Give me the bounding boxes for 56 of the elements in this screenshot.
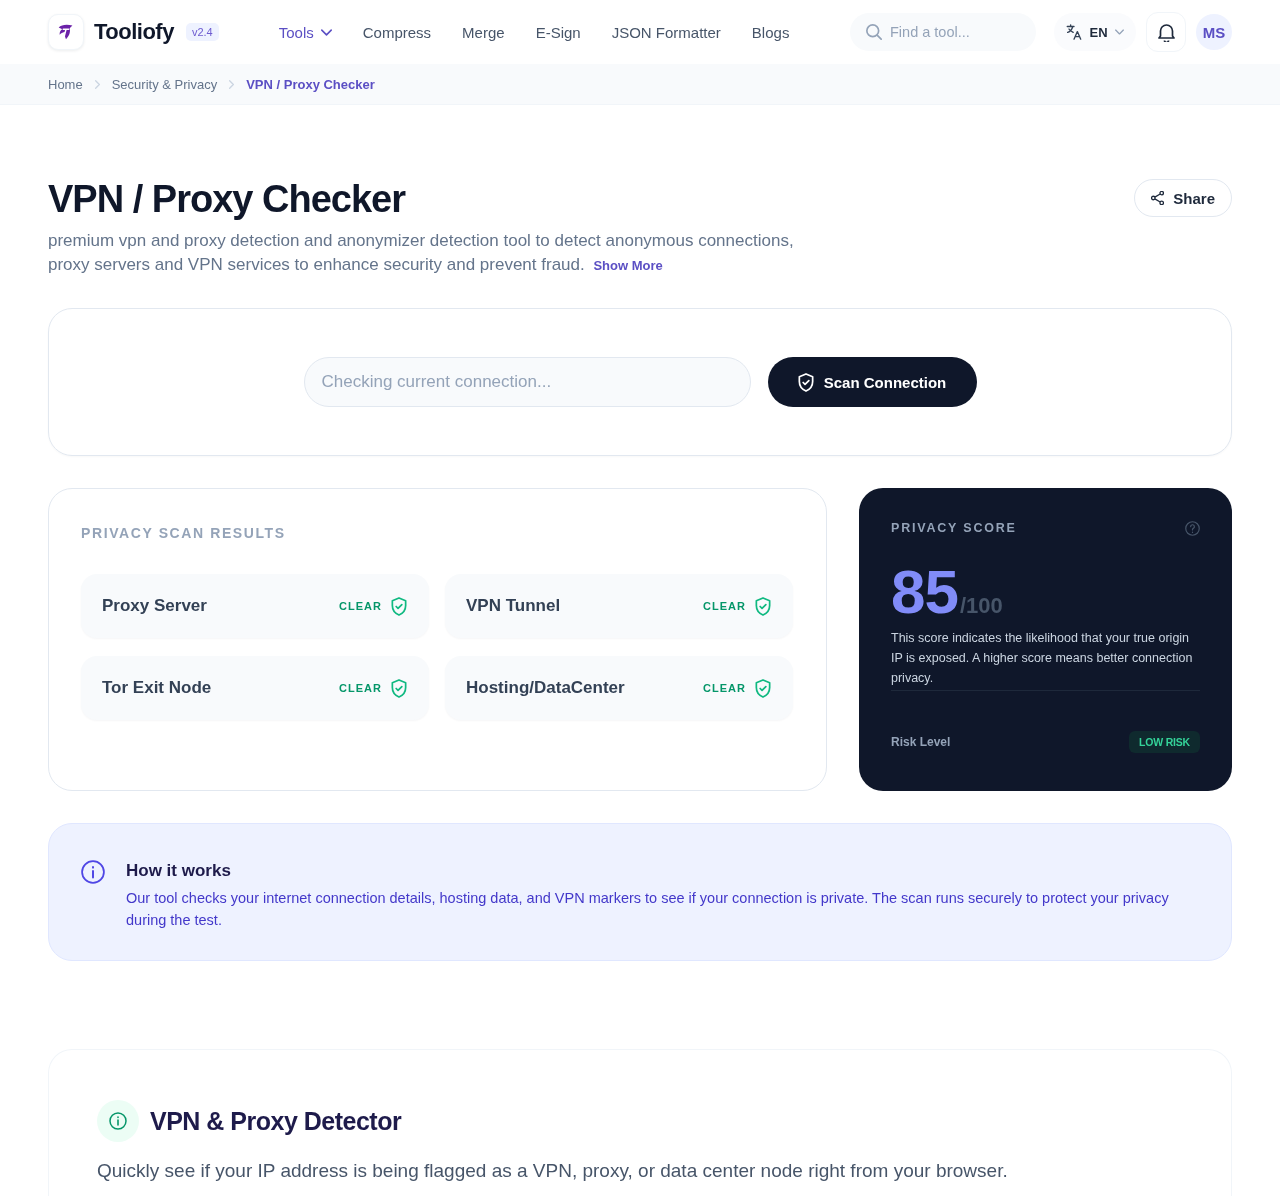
- check-status: CLEAR: [703, 682, 746, 694]
- notifications-button[interactable]: [1146, 12, 1186, 52]
- nav-link[interactable]: E-Sign: [535, 23, 581, 41]
- info-title: How it works: [126, 860, 232, 882]
- page-title: VPN / Proxy Checker: [48, 177, 405, 221]
- section-title: VPN & Proxy Detector: [150, 1106, 402, 1136]
- score-note: This score indicates the likelihood that your true origin IP is exposed. A higher score means better connection privacy.: [891, 628, 1200, 691]
- breadcrumb-link[interactable]: Security & Privacy: [111, 76, 218, 92]
- logo-icon[interactable]: [48, 14, 84, 50]
- check-name: VPN Tunnel: [466, 596, 561, 616]
- check-status: CLEAR: [339, 600, 382, 612]
- chevron-down-icon: [320, 28, 332, 36]
- score-label: PRIVACY SCORE: [891, 520, 1017, 536]
- page-description: premium vpn and proxy detection and anonymizer detection tool to detect anonymous connections, proxy servers and VPN services to enhance security and prevent fraud. Show More: [48, 230, 795, 276]
- check-name: Hosting/DataCenter: [466, 678, 625, 698]
- info-text: Our tool checks your internet connection details, hosting data, and VPN markers to see if your connection is private. The scan runs securely to protect your privacy during the test.: [126, 889, 1170, 930]
- share-button[interactable]: Share: [1134, 179, 1232, 217]
- breadcrumb-link[interactable]: Home: [48, 76, 83, 92]
- nav-link[interactable]: Merge: [462, 23, 505, 41]
- version-badge: v2.4: [185, 23, 219, 41]
- info-icon: [97, 1100, 139, 1142]
- section-text: Quickly see if your IP address is being flagged as a VPN, proxy, or data center node right from your browser.: [97, 1159, 1009, 1183]
- risk-badge: LOW RISK: [1129, 731, 1200, 753]
- shield-check-icon: [391, 596, 407, 616]
- bell-icon: [1157, 22, 1175, 42]
- shield-check-icon: [755, 596, 771, 616]
- check-name: Tor Exit Node: [102, 678, 212, 698]
- search-field[interactable]: Find a tool...: [850, 13, 1036, 51]
- shield-check-icon: [391, 678, 407, 698]
- translate-icon: [1066, 24, 1083, 40]
- share-icon: [1151, 191, 1165, 205]
- chevron-right-icon: [229, 79, 235, 89]
- section-label: PRIVACY SCAN RESULTS: [81, 525, 286, 541]
- check-name: Proxy Server: [102, 596, 207, 616]
- score-max: /100: [959, 593, 1003, 619]
- chevron-down-icon: [1114, 29, 1124, 35]
- info-icon: [81, 860, 105, 884]
- check-status: CLEAR: [703, 600, 746, 612]
- connection-field[interactable]: Checking current connection...: [303, 357, 751, 407]
- risk-label: Risk Level: [891, 735, 951, 749]
- language-button[interactable]: EN: [1054, 13, 1136, 51]
- scan-button[interactable]: Scan Connection: [767, 357, 977, 407]
- nav-link[interactable]: Blogs: [751, 23, 790, 41]
- search-icon: [866, 24, 882, 40]
- breadcrumb-current: VPN / Proxy Checker: [246, 76, 375, 92]
- user-avatar[interactable]: MS: [1196, 14, 1232, 50]
- shield-check-icon: [797, 372, 814, 392]
- nav-link[interactable]: Compress: [362, 23, 432, 41]
- check-status: CLEAR: [339, 682, 382, 694]
- chevron-right-icon: [94, 79, 100, 89]
- shield-check-icon: [755, 678, 771, 698]
- nav-dropdown[interactable]: Tools: [278, 23, 332, 41]
- score-value: 85: [891, 564, 958, 620]
- show-more-link[interactable]: Show More: [593, 258, 663, 273]
- brand-name: Tooliofy: [94, 19, 174, 45]
- nav-link[interactable]: JSON Formatter: [611, 23, 721, 41]
